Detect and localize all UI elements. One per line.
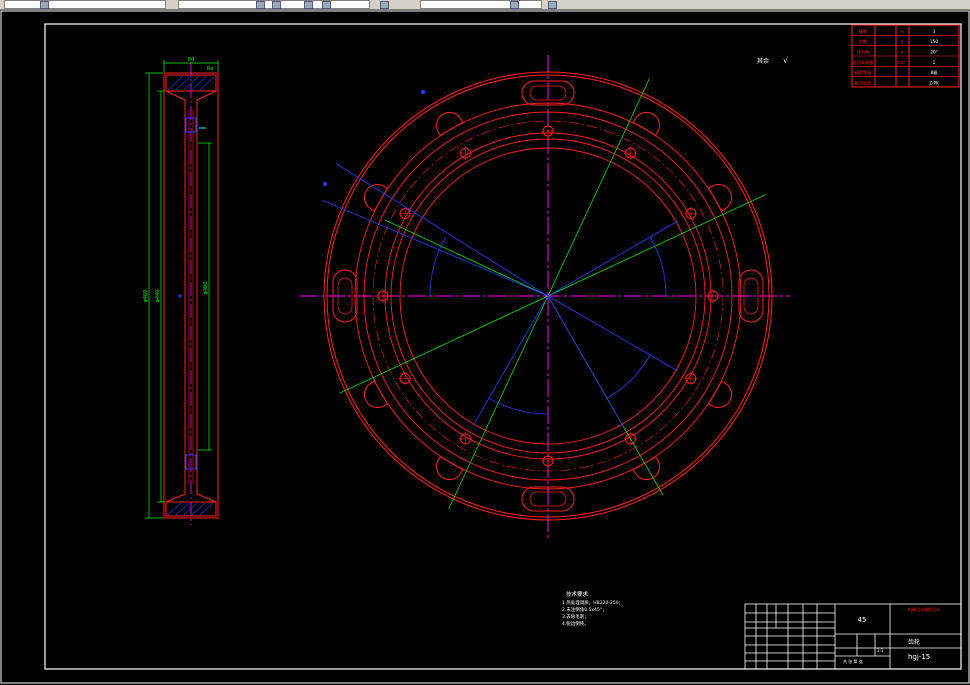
drawing-frame [44,23,962,670]
part-name: 齿轮 [908,638,920,646]
param-cell: z [901,39,904,44]
param-cell: 齿数 [859,38,868,45]
front-view [300,55,790,540]
param-cell: m [900,29,904,34]
school-label: 机械设计课程设计 [908,606,940,612]
toolbar-icon[interactable] [272,1,281,9]
toolbar-icon[interactable] [256,1,265,9]
side-height-dim-inner: φ440 [155,290,161,303]
notes-line-1: 1.热处理调质，HB220-250； [562,599,623,606]
notes-line-3: 3.去除毛刺； [562,613,589,620]
side-height-dim-outer: φ460 [143,290,149,303]
boss-lug [632,111,660,137]
angle-arc [488,397,549,415]
param-cell: 20° [930,50,937,55]
param-cell: 配对齿轮 [855,80,873,87]
boss-lug [363,184,389,212]
notes-title: 技术要求 [566,590,589,598]
sheet-border [0,10,970,684]
toolbar-icon[interactable] [510,1,519,9]
boss-lug [363,380,389,408]
drawing-canvas[interactable]: 80 Ra φ460 φ440 φ380 其余 √ 模数 m 3 齿数 z 150 压力角 α… [0,10,970,685]
construction-line [547,78,650,297]
param-cell: α [901,50,904,55]
param-cell: Z-PK [929,81,939,86]
notes-line-2: 2.未注倒角0.5x45°； [562,606,607,613]
construction-line [547,194,766,297]
toolbar-icon[interactable] [40,1,49,9]
boss-lug [707,380,733,408]
technical-notes: 技术要求 1.热处理调质，HB220-250； 2.未注倒角0.5x45°； 3… [562,590,623,627]
angle-dim-line [472,295,549,427]
drawing-number: hgj-15 [908,653,930,661]
param-cell: ha* [898,60,905,65]
construction-line [384,219,549,297]
toolbar-icon[interactable] [548,1,557,9]
roughness-note: 其余 [757,57,769,65]
side-top-note: Ra [207,66,213,72]
scale-value: 1:1 [877,648,884,653]
boss-lug [436,111,464,137]
construction-line [448,295,549,510]
param-cell: 齿顶高系数 [853,59,875,66]
notes-line-4: 4.锐边倒钝。 [562,620,589,627]
param-cell: 精度等级 [855,69,873,76]
angle-dim-line [547,295,624,427]
param-cell: 3 [933,29,936,34]
param-cell: 模数 [859,28,868,35]
param-cell: 150 [930,39,938,44]
toolbar-icon[interactable] [322,1,331,9]
cad-drawing: 80 Ra φ460 φ440 φ380 其余 √ 模数 m 3 齿数 z 150 压力角 α… [0,10,970,684]
parameter-table: 模数 m 3 齿数 z 150 压力角 α 20° 齿顶高系数 ha* 1 精度等级 8级配对齿轮 Z-PK [851,24,960,88]
angle-arc [649,236,667,297]
toolbar-icon[interactable] [304,1,313,9]
boss-lug [707,184,733,212]
toolbar-icon[interactable] [380,1,389,9]
sheet-label: 共 张 第 张 [843,658,863,664]
angle-arc [606,354,651,399]
angle-dim-line [335,163,549,297]
param-cell: 压力角 [857,49,870,56]
side-view: 80 Ra φ460 φ440 φ380 [143,57,219,525]
param-cell: 1 [933,60,936,65]
angle-dim-line [547,220,679,297]
roughness-symbol: √ [783,56,789,65]
boss-lug [436,455,464,481]
side-top-dim: 80 [188,57,194,63]
side-bore-dim: φ380 [203,282,209,295]
angle-dim-line [322,199,549,297]
angle-dim-line [547,295,679,372]
angle-arc [429,236,447,297]
param-cell: 8级 [931,69,939,76]
cad-toolbar [0,0,970,10]
material-label: 45 [858,616,867,624]
linetype-dropdown[interactable] [420,0,542,9]
layer-dropdown[interactable] [4,0,166,9]
